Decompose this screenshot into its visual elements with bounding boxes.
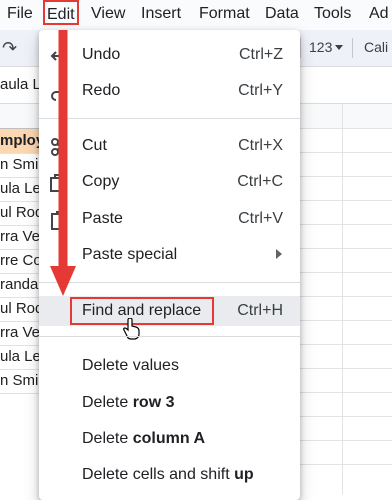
- arrow-head: [50, 266, 76, 296]
- annotation-arrow: [50, 30, 76, 296]
